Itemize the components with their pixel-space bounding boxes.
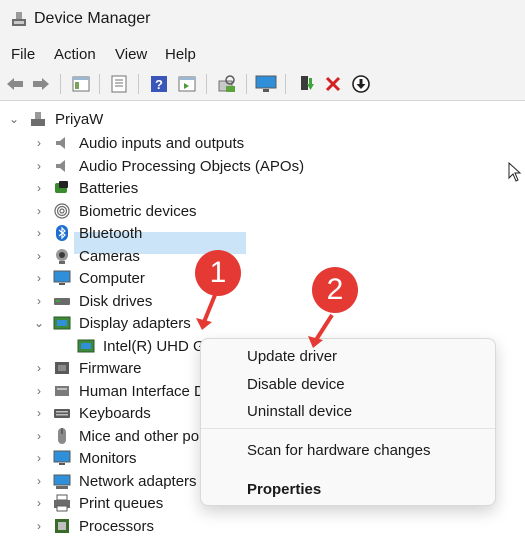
- annotation-badge-2: 2: [312, 267, 358, 313]
- mouse-cursor-icon: [508, 162, 522, 182]
- annotation-arrows: [196, 294, 334, 348]
- arrow-1: [202, 294, 217, 323]
- annotation-badge-1: 1: [195, 250, 241, 296]
- arrow-2: [314, 313, 334, 342]
